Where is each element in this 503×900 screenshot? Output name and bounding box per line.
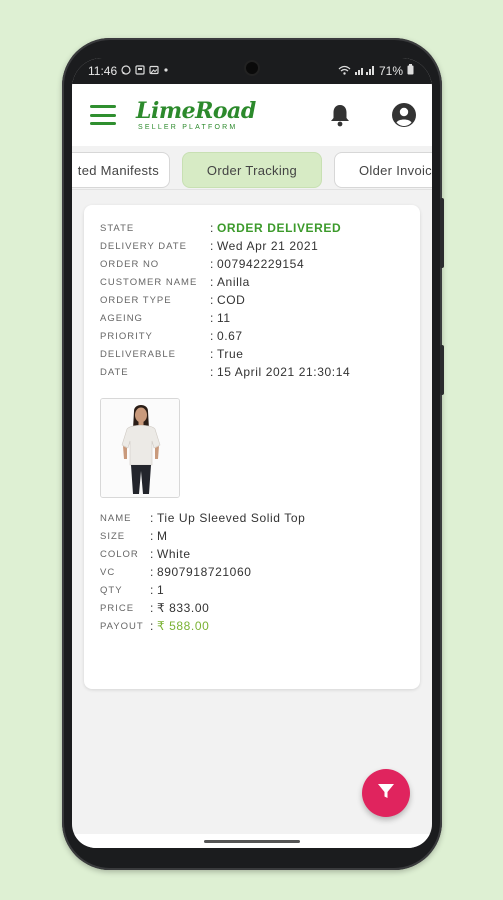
detail-label: ORDER NO (100, 258, 160, 270)
detail-row-ageing: AGEING : 11 (100, 309, 404, 327)
detail-row-deliverable: DELIVERABLE : True (100, 345, 404, 363)
detail-label: DATE (100, 366, 129, 378)
item-separator: : (150, 511, 154, 525)
detail-separator: : (210, 275, 214, 289)
detail-row-customer-name: CUSTOMER NAME : Anilla (100, 273, 404, 291)
detail-value: Anilla (216, 275, 250, 289)
item-separator: : (150, 529, 154, 543)
item-row-vc: VC : 8907918721060 (100, 563, 404, 581)
detail-row-order-type: ORDER TYPE : COD (100, 291, 404, 309)
detail-label: CUSTOMER NAME (100, 276, 198, 288)
payout-value: ₹ 588.00 (156, 619, 210, 633)
detail-separator: : (210, 257, 214, 271)
detail-label: STATE (100, 222, 135, 234)
detail-value: True (216, 347, 244, 361)
detail-value: 007942229154 (216, 257, 305, 271)
item-row-size: SIZE : M (100, 527, 404, 545)
gesture-nav-bar (72, 834, 432, 848)
item-separator: : (150, 583, 154, 597)
item-row-price: PRICE : ₹ 833.00 (100, 599, 404, 617)
detail-separator: : (210, 311, 214, 325)
order-state-value: ORDER DELIVERED (216, 221, 342, 235)
item-label: PAYOUT (100, 620, 144, 632)
detail-row-delivery-date: DELIVERY DATE : Wed Apr 21 2021 (100, 237, 404, 255)
item-value: White (156, 547, 191, 561)
item-value: 1 (156, 583, 165, 597)
item-label: VC (100, 566, 116, 578)
item-label: PRICE (100, 602, 135, 614)
detail-label: PRIORITY (100, 330, 153, 342)
product-thumbnail[interactable] (100, 398, 180, 498)
camera-icon (246, 62, 258, 74)
home-indicator[interactable] (204, 840, 300, 843)
volume-button (440, 198, 444, 268)
item-value: Tie Up Sleeved Solid Top (156, 511, 306, 525)
status-bar: 11:46 71% (72, 58, 432, 84)
detail-label: DELIVERABLE (100, 348, 176, 360)
brand-logo: LimeRoad SELLER PLATFORM (136, 100, 256, 131)
menu-icon[interactable] (90, 105, 116, 125)
detail-value: 11 (216, 311, 231, 325)
item-details: NAME : Tie Up Sleeved Solid Top SIZE : M… (100, 509, 404, 635)
battery-icon (407, 64, 414, 78)
order-card[interactable]: STATE : ORDER DELIVERED DELIVERY DATE : … (84, 205, 420, 689)
image-icon (149, 65, 159, 78)
item-label: SIZE (100, 530, 126, 542)
detail-separator: : (210, 329, 214, 343)
account-icon[interactable] (390, 101, 418, 129)
brand-subtitle: SELLER PLATFORM (138, 123, 238, 131)
app-header: LimeRoad SELLER PLATFORM (72, 84, 432, 146)
tab-divider (72, 189, 432, 190)
item-separator: : (150, 547, 154, 561)
battery-level: 71% (378, 64, 403, 78)
detail-value: COD (216, 293, 246, 307)
detail-separator: : (210, 293, 214, 307)
item-row-payout: PAYOUT : ₹ 588.00 (100, 617, 404, 635)
brand-name: LimeRoad (136, 97, 256, 124)
notification-icon (135, 64, 145, 78)
item-label: QTY (100, 584, 123, 596)
item-row-qty: QTY : 1 (100, 581, 404, 599)
detail-row-order-no: ORDER NO : 007942229154 (100, 255, 404, 273)
dot-icon (163, 65, 169, 78)
detail-value: Wed Apr 21 2021 (216, 239, 319, 253)
status-time: 11:46 (88, 64, 118, 78)
app-screen: 11:46 71% LimeRoad SELLER PLATFORM ted M… (72, 58, 432, 848)
item-value: ₹ 833.00 (156, 601, 210, 615)
order-details: STATE : ORDER DELIVERED DELIVERY DATE : … (100, 219, 404, 381)
detail-separator: : (210, 221, 214, 235)
detail-separator: : (210, 365, 214, 379)
filter-icon (376, 781, 396, 806)
detail-value: 0.67 (216, 329, 243, 343)
power-button (440, 345, 444, 395)
detail-value: 15 April 2021 21:30:14 (216, 365, 351, 379)
tab-manifests[interactable]: ted Manifests (72, 152, 170, 188)
item-separator: : (150, 565, 154, 579)
whatsapp-icon (121, 64, 131, 78)
item-value: M (156, 529, 168, 543)
item-separator: : (150, 619, 154, 633)
detail-separator: : (210, 239, 214, 253)
item-row-color: COLOR : White (100, 545, 404, 563)
tab-order-tracking[interactable]: Order Tracking (182, 152, 322, 188)
item-label: NAME (100, 512, 132, 524)
item-row-name: NAME : Tie Up Sleeved Solid Top (100, 509, 404, 527)
item-separator: : (150, 601, 154, 615)
wifi-icon (338, 65, 351, 78)
detail-row-state: STATE : ORDER DELIVERED (100, 219, 404, 237)
tab-strip: ted Manifests Order Tracking Older Invoi… (72, 150, 432, 190)
detail-label: AGEING (100, 312, 143, 324)
item-value: 8907918721060 (156, 565, 252, 579)
signal-icon (354, 65, 375, 78)
filter-button[interactable] (362, 769, 410, 817)
tab-older-invoices[interactable]: Older Invoic (334, 152, 432, 188)
detail-separator: : (210, 347, 214, 361)
detail-row-date: DATE : 15 April 2021 21:30:14 (100, 363, 404, 381)
detail-label: DELIVERY DATE (100, 240, 187, 252)
detail-row-priority: PRIORITY : 0.67 (100, 327, 404, 345)
detail-label: ORDER TYPE (100, 294, 172, 306)
item-label: COLOR (100, 548, 139, 560)
bell-icon[interactable] (326, 101, 354, 129)
